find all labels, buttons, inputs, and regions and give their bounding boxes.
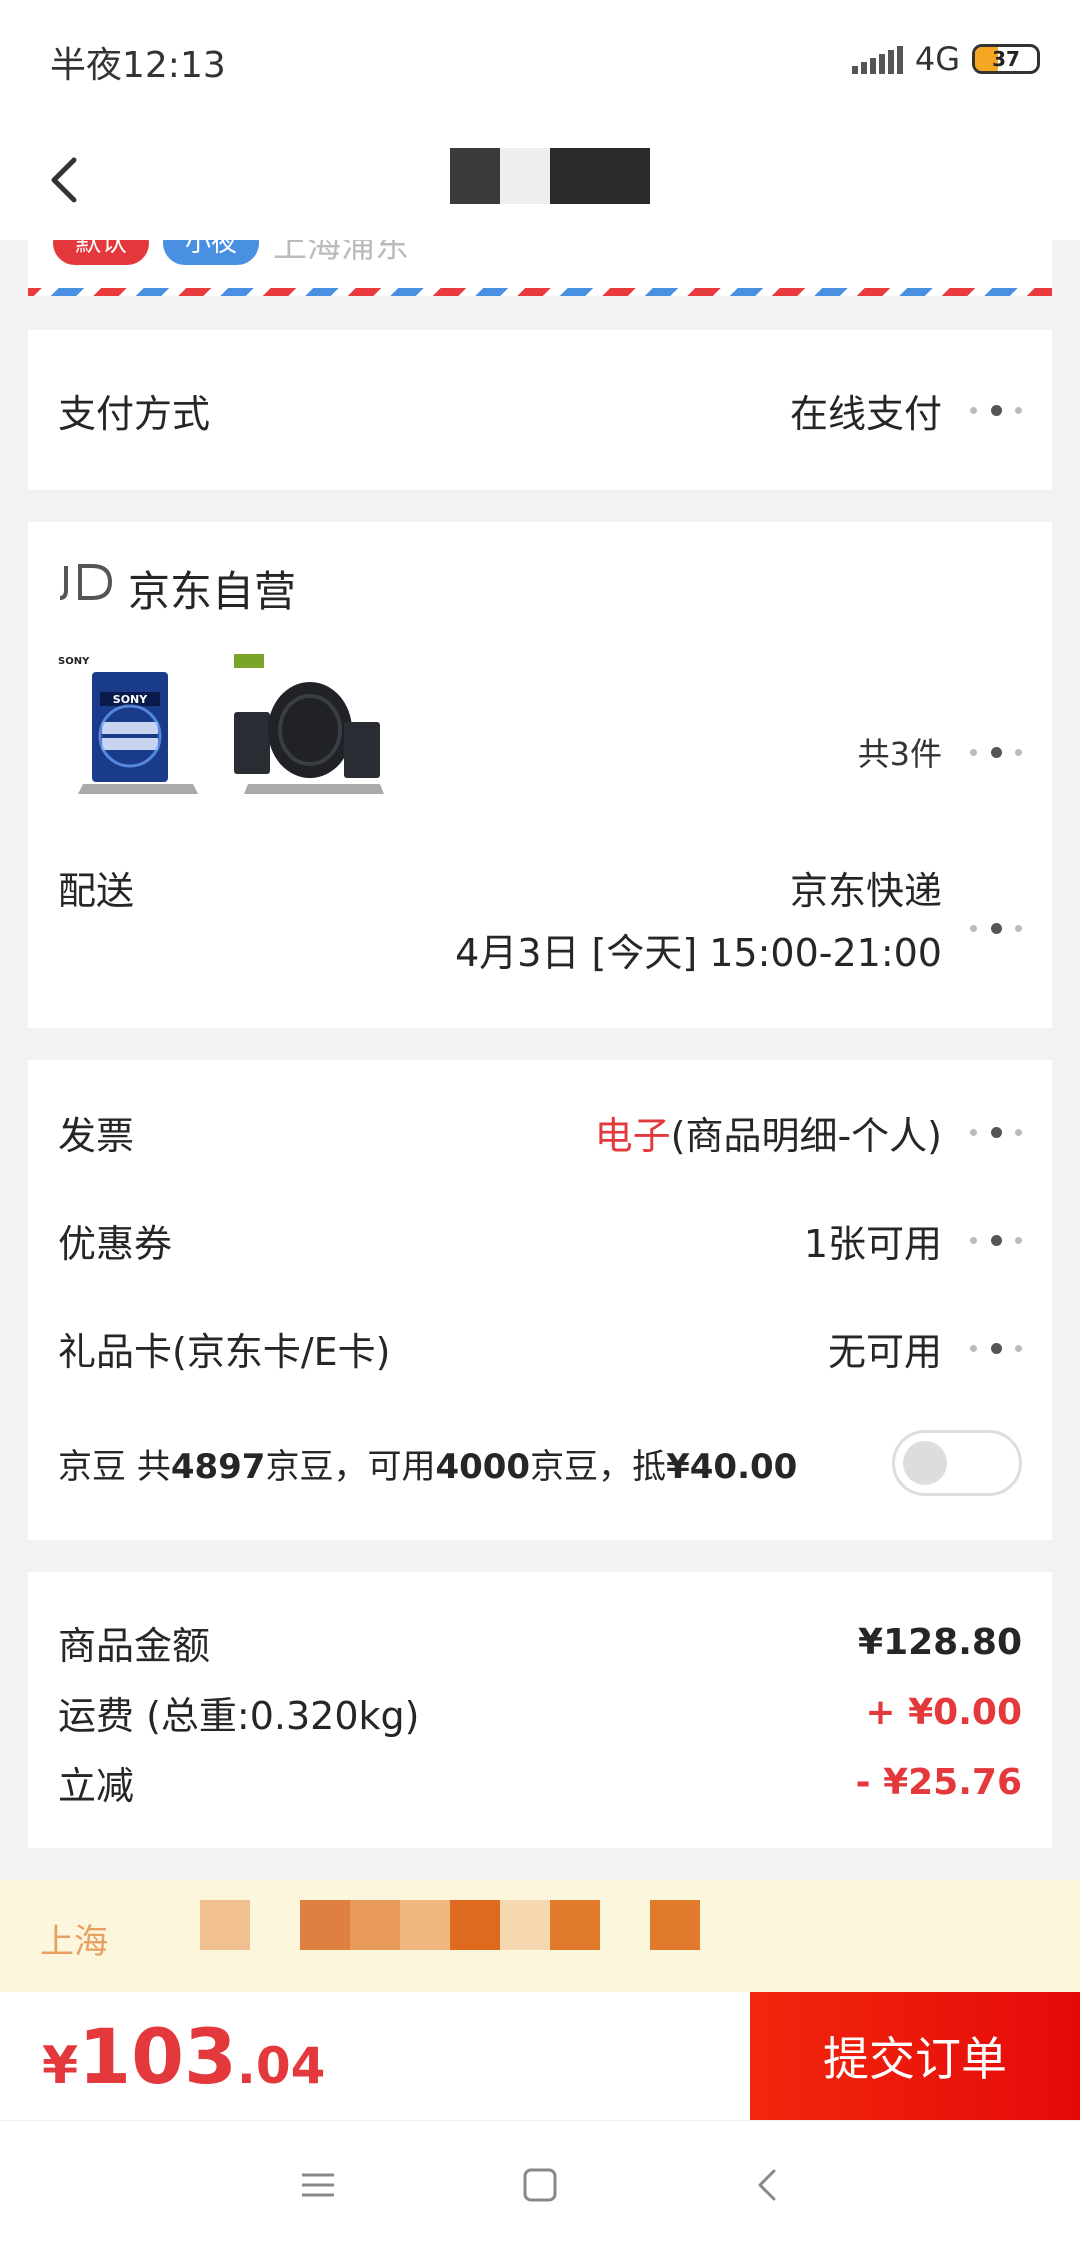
beans-deduct: ¥40.00 <box>666 1446 798 1487</box>
more-icon[interactable] <box>970 742 1022 762</box>
giftcard-label: 礼品卡(京东卡/E卡) <box>58 1329 391 1374</box>
coupon-value: 1张可用 <box>803 1221 942 1266</box>
total-integer: 103 <box>78 2012 237 2101</box>
store-card: 京东自营 SONY SONY 共3件 配送 京东快递 4月3日 [今天] 15:… <box>28 522 1052 1028</box>
total-decimal: .04 <box>236 2037 326 2095</box>
subtotal-label: 商品金额 <box>58 1623 211 1668</box>
shipping-value: + ¥0.00 <box>865 1691 1022 1733</box>
redacted-mosaic <box>300 1900 700 1950</box>
address-notice-bar: 上海 <box>0 1880 1080 1992</box>
menu-icon[interactable] <box>298 2165 338 2205</box>
delivery-method: 京东快递 <box>789 869 942 913</box>
svg-text:SONY: SONY <box>58 656 90 667</box>
address-tag-default: 默认 <box>53 240 150 265</box>
beans-row: 京豆 共4897京豆，可用4000京豆，抵¥40.00 <box>58 1430 1022 1496</box>
battery-level: 37 <box>992 47 1020 71</box>
total-price: ¥ 103 .04 <box>42 2012 325 2101</box>
status-time: 半夜12:13 <box>50 45 226 86</box>
more-icon[interactable] <box>970 1122 1022 1142</box>
battery-icon: 37 <box>972 44 1040 74</box>
submit-order-button[interactable]: 提交订单 <box>750 1992 1080 2120</box>
discount-value: - ¥25.76 <box>855 1761 1022 1803</box>
network-type: 4G <box>914 40 960 78</box>
beans-prefix: 共 <box>136 1446 171 1487</box>
back-arrow-icon[interactable] <box>36 150 96 210</box>
system-nav-bar <box>0 2120 1080 2248</box>
payment-value: 在线支付 <box>789 391 942 436</box>
benefits-card: 发票 电子(商品明细-个人) 优惠券 1张可用 礼品卡(京东卡/E卡) 无可用 … <box>28 1060 1052 1540</box>
shipping-label: 运费 (总重:0.320kg) <box>58 1693 420 1738</box>
total-currency: ¥ <box>42 2036 79 2096</box>
beans-label: 京豆 <box>58 1446 126 1487</box>
checkout-bar: ¥ 103 .04 提交订单 <box>0 1992 1080 2120</box>
svg-text:SONY: SONY <box>113 693 148 706</box>
giftcard-row[interactable]: 礼品卡(京东卡/E卡) 无可用 <box>58 1318 1022 1378</box>
beans-total: 4897 <box>170 1446 266 1487</box>
delivery-time: 4月3日 [今天] 15:00-21:00 <box>455 931 942 975</box>
payment-label: 支付方式 <box>58 391 211 436</box>
beans-mid: 京豆，可用 <box>265 1446 436 1487</box>
more-icon[interactable] <box>970 918 1022 938</box>
discount-label: 立减 <box>58 1763 135 1808</box>
redacted-mosaic <box>200 1900 250 1950</box>
payment-card[interactable]: 支付方式 在线支付 <box>28 330 1052 490</box>
address-card[interactable]: 默认 小夜 上海浦东 <box>28 240 1052 296</box>
beans-suffix: 京豆，抵 <box>530 1446 667 1487</box>
invoice-row[interactable]: 发票 电子(商品明细-个人) <box>58 1102 1022 1162</box>
status-bar: 半夜12:13 4G 37 <box>0 0 1080 120</box>
amounts-card: 商品金额 ¥128.80 运费 (总重:0.320kg) + ¥0.00 立减 … <box>28 1572 1052 1848</box>
notice-text: 上海 <box>40 1922 108 1962</box>
beans-usable: 4000 <box>435 1446 531 1487</box>
coupon-label: 优惠券 <box>58 1221 173 1266</box>
more-icon[interactable] <box>970 1338 1022 1358</box>
signal-icon <box>851 44 903 74</box>
jd-logo-icon <box>59 564 113 600</box>
subtotal-value: ¥128.80 <box>858 1621 1022 1663</box>
store-name: 京东自营 <box>128 567 297 616</box>
more-icon[interactable] <box>970 1230 1022 1250</box>
invoice-type: 电子 <box>594 1113 671 1158</box>
delivery-row[interactable]: 配送 京东快递 4月3日 [今天] 15:00-21:00 <box>58 852 1022 975</box>
invoice-value: 电子(商品明细-个人) <box>595 1105 942 1160</box>
invoice-label: 发票 <box>58 1113 135 1158</box>
home-icon[interactable] <box>520 2165 560 2205</box>
system-back-icon[interactable] <box>748 2165 788 2205</box>
giftcard-value: 无可用 <box>827 1329 942 1374</box>
beans-toggle[interactable] <box>892 1430 1022 1496</box>
nav-bar <box>0 120 1080 240</box>
status-icons: 4G 37 <box>851 40 1040 78</box>
address-tag-name: 小夜 <box>163 240 260 265</box>
airmail-border <box>28 288 1052 296</box>
more-icon[interactable] <box>970 400 1022 420</box>
item-count: 共3件 <box>857 735 942 773</box>
delivery-label: 配送 <box>58 869 135 913</box>
address-text: 上海浦东 <box>273 240 410 266</box>
invoice-detail: (商品明细-个人) <box>670 1113 942 1158</box>
page-title-redacted <box>450 148 650 204</box>
coupon-row[interactable]: 优惠券 1张可用 <box>58 1210 1022 1270</box>
beans-text: 京豆 共4897京豆，可用4000京豆，抵¥40.00 <box>58 1439 797 1488</box>
